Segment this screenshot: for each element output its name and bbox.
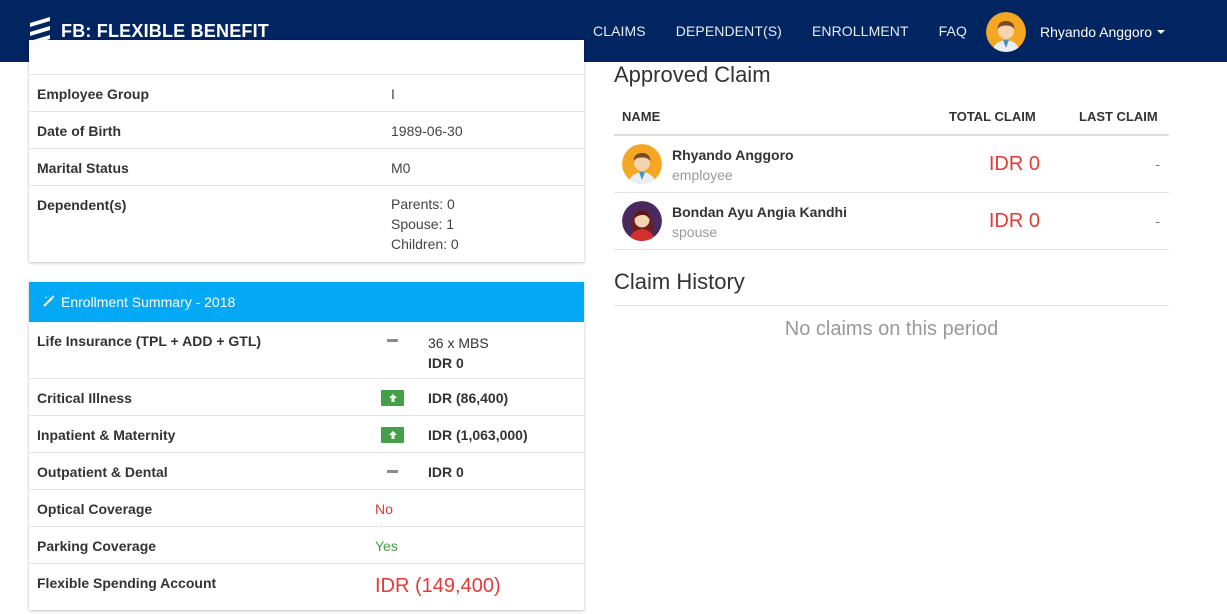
nav-claims[interactable]: CLAIMS [593, 23, 646, 39]
last-claim: - [1155, 213, 1160, 229]
nav-faq[interactable]: FAQ [939, 23, 967, 39]
nav-enrollment[interactable]: ENROLLMENT [812, 23, 909, 39]
enrollment-row-critical-illness: Critical Illness IDR (86,400) [29, 378, 584, 415]
claimant-role: spouse [672, 224, 718, 240]
magic-wand-icon [43, 295, 56, 307]
nav-menu: CLAIMS DEPENDENT(S) ENROLLMENT FAQ [593, 23, 997, 39]
fsa-amount: IDR (149,400) [375, 575, 501, 597]
brand-title: FB: FLEXIBLE BENEFIT [61, 20, 269, 41]
female-avatar-icon [622, 201, 662, 241]
profile-panel: Employee Group I Date of Birth 1989-06-3… [29, 40, 584, 262]
row-value: IDR 0 [428, 464, 464, 480]
empty-state-message: No claims on this period [784, 318, 999, 340]
row-label: Dependent(s) [37, 197, 127, 213]
enrollment-row-optical: Optical Coverage No [29, 489, 584, 526]
row-label: Life Insurance (TPL + ADD + GTL) [37, 333, 262, 349]
claim-row[interactable]: Bondan Ayu Angia Kandhi spouse IDR 0 - [614, 193, 1169, 250]
approved-claim-title: Approved Claim [614, 62, 771, 87]
user-name: Rhyando Anggoro [1040, 24, 1153, 40]
claimant-name: Bondan Ayu Angia Kandhi [672, 204, 847, 220]
dash-icon [387, 470, 398, 473]
column-header-last-claim: LAST CLAIM [1079, 109, 1158, 124]
row-label: Parking Coverage [37, 538, 157, 554]
male-avatar-icon [622, 144, 662, 184]
chevron-down-icon [1157, 30, 1166, 34]
row-value: M0 [391, 160, 411, 176]
enrollment-row-parking: Parking Coverage Yes [29, 526, 584, 563]
avatar [622, 201, 662, 241]
enrollment-summary-panel: Enrollment Summary - 2018 Life Insurance… [29, 282, 584, 610]
profile-row-dependents: Dependent(s) Parents: 0 Spouse: 1 Childr… [29, 185, 584, 262]
row-label: Optical Coverage [37, 501, 153, 517]
profile-row-employee-group: Employee Group I [29, 74, 584, 111]
avatar [622, 144, 662, 184]
dependents-children: Children: 0 [391, 236, 459, 252]
row-label: Outpatient & Dental [37, 464, 168, 480]
row-label: Inpatient & Maternity [37, 427, 176, 443]
coverage-multiplier: 36 x MBS [428, 335, 489, 351]
row-label: Marital Status [37, 160, 129, 176]
optical-status: No [375, 501, 393, 517]
last-claim: - [1155, 156, 1160, 172]
claim-history-divider [614, 305, 1169, 306]
enrollment-row-outpatient: Outpatient & Dental IDR 0 [29, 452, 584, 489]
row-value: IDR (1,063,000) [428, 427, 528, 443]
enrollment-summary-title: Enrollment Summary - 2018 [61, 294, 236, 310]
arrow-up-icon [381, 390, 404, 406]
arrow-up-icon [381, 427, 404, 443]
dependents-breakdown: Parents: 0 Spouse: 1 Children: 0 [391, 194, 459, 254]
row-label: Flexible Spending Account [37, 575, 217, 591]
dependents-spouse: Spouse: 1 [391, 216, 455, 232]
column-header-name: NAME [622, 109, 661, 124]
claim-row[interactable]: Rhyando Anggoro employee IDR 0 - [614, 136, 1169, 193]
claimant-name: Rhyando Anggoro [672, 147, 794, 163]
user-avatar [986, 12, 1026, 52]
row-value: I [391, 86, 395, 102]
claim-history-title: Claim History [614, 269, 745, 294]
row-label: Employee Group [37, 86, 150, 102]
total-claim: IDR 0 [988, 153, 1040, 175]
column-header-total-claim: TOTAL CLAIM [949, 109, 1036, 124]
coverage-amount: IDR 0 [428, 355, 464, 371]
row-value: 36 x MBS IDR 0 [428, 333, 489, 373]
dash-icon [387, 339, 398, 342]
enrollment-row-life-insurance: Life Insurance (TPL + ADD + GTL) 36 x MB… [29, 322, 584, 379]
dependents-parents: Parents: 0 [391, 196, 455, 212]
profile-row-marital-status: Marital Status M0 [29, 148, 584, 185]
male-avatar-icon [986, 12, 1026, 52]
claimant-role: employee [672, 167, 733, 183]
total-claim: IDR 0 [988, 210, 1040, 232]
row-value: IDR (86,400) [428, 390, 509, 406]
row-label: Date of Birth [37, 123, 121, 139]
enrollment-row-fsa: Flexible Spending Account IDR (149,400) [29, 563, 584, 610]
enrollment-row-inpatient: Inpatient & Maternity IDR (1,063,000) [29, 415, 584, 452]
profile-row-dob: Date of Birth 1989-06-30 [29, 111, 584, 148]
user-menu[interactable]: Rhyando Anggoro [986, 12, 1166, 52]
nav-dependents[interactable]: DEPENDENT(S) [676, 23, 782, 39]
enrollment-summary-header: Enrollment Summary - 2018 [29, 282, 584, 322]
row-value: 1989-06-30 [391, 123, 463, 139]
row-label: Critical Illness [37, 390, 132, 406]
parking-status: Yes [375, 538, 398, 554]
